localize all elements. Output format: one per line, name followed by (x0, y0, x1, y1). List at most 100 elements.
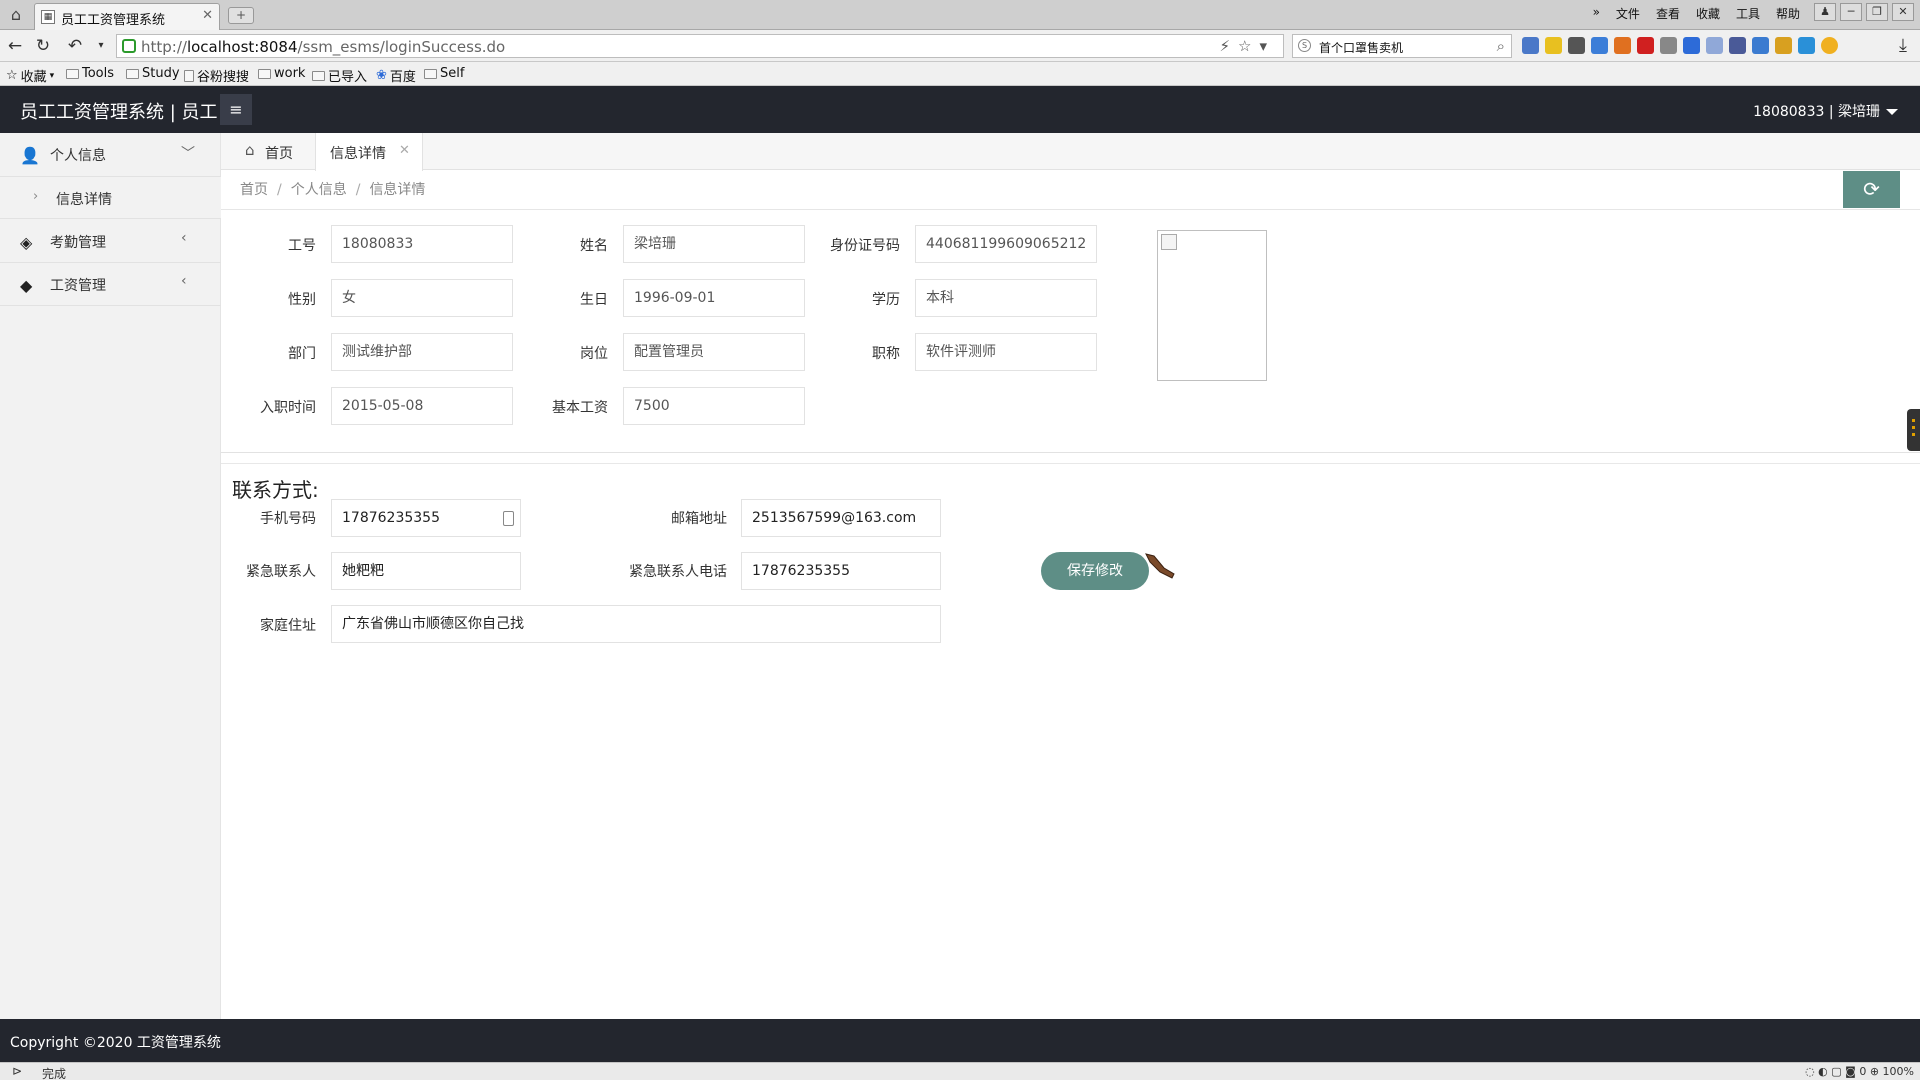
tab-info-detail[interactable]: 信息详情 ✕ (315, 133, 423, 171)
zoom-level[interactable]: 100% (1883, 1065, 1914, 1078)
chevron-down-icon: ﹀ (181, 146, 195, 162)
department-field[interactable]: 测试维护部 (331, 333, 513, 371)
breadcrumb-personal[interactable]: 个人信息 (291, 182, 347, 198)
extension-fe-icon[interactable] (1637, 37, 1654, 54)
base-salary-field[interactable]: 7500 (623, 387, 805, 425)
sidebar-item-attendance[interactable]: ◈ 考勤管理 ‹ (0, 220, 221, 263)
wrench-icon[interactable] (1752, 37, 1769, 54)
restore-button[interactable]: ❐ (1866, 3, 1888, 21)
save-button[interactable]: 保存修改 (1041, 552, 1149, 590)
contact-heading: 联系方式: (232, 478, 319, 502)
email-field[interactable]: 2513567599@163.com (741, 499, 941, 537)
extension-umbrella-icon[interactable] (1660, 37, 1677, 54)
job-title-field[interactable]: 软件评测师 (915, 333, 1097, 371)
name-field[interactable]: 梁培珊 (623, 225, 805, 263)
menu-help[interactable]: 帮助 (1776, 5, 1800, 22)
url-text[interactable]: http://localhost:8084/ssm_esms/loginSucc… (141, 38, 505, 56)
extension-search-icon[interactable] (1798, 37, 1815, 54)
hire-date-label: 入职时间 (260, 400, 316, 416)
extension-hand-icon[interactable] (1683, 37, 1700, 54)
status-icons[interactable]: ◌ ◐ ▢ ◙ (1805, 1065, 1859, 1078)
extension-js-icon[interactable] (1591, 37, 1608, 54)
zoom-icon[interactable]: ⊕ (1870, 1065, 1879, 1078)
phone-field[interactable]: 17876235355 (331, 499, 521, 537)
menu-file[interactable]: 文件 (1616, 5, 1640, 22)
extension-ie-icon[interactable] (1522, 37, 1539, 54)
emergency-phone-field[interactable]: 17876235355 (741, 552, 941, 590)
sidebar-subitem-info-detail[interactable]: › 信息详情 (0, 177, 221, 219)
bookmark-baidu[interactable]: ❀ 百度 (376, 66, 416, 85)
divider (221, 463, 1920, 464)
bookmark-self[interactable]: Self (424, 66, 464, 81)
shirt-icon[interactable]: ♟ (1814, 3, 1836, 21)
hire-date-field[interactable]: 2015-05-08 (331, 387, 513, 425)
sidebar-item-personal[interactable]: 👤 个人信息 ﹀ (0, 133, 221, 177)
close-icon[interactable]: ✕ (202, 8, 213, 23)
bookmark-tools[interactable]: Tools (66, 66, 114, 81)
phone-label: 手机号码 (260, 511, 316, 527)
reload-icon[interactable]: ↻ (32, 35, 54, 57)
bookmark-work[interactable]: work (258, 66, 305, 81)
search-box[interactable]: S 首个口罩售卖机 ⌕ (1292, 34, 1512, 58)
menu-toggle-icon[interactable]: ≡ (220, 94, 252, 125)
emergency-contact-field[interactable]: 她粑粑 (331, 552, 521, 590)
new-tab-button[interactable]: + (228, 7, 254, 24)
home-address-field[interactable]: 广东省佛山市顺德区你自己找 (331, 605, 941, 643)
bookmark-imported[interactable]: 已导入 (312, 66, 367, 85)
status-text: 完成 (42, 1067, 67, 1080)
breadcrumb-home[interactable]: 首页 (240, 182, 268, 198)
extension-mail-icon[interactable] (1545, 37, 1562, 54)
search-icon[interactable]: ⌕ (1497, 37, 1505, 55)
bolt-star-icons[interactable]: ⚡☆▾ (1219, 37, 1275, 55)
birthday-field[interactable]: 1996-09-01 (623, 279, 805, 317)
favicon-icon: ▦ (41, 10, 55, 24)
extension-arrow-icon[interactable] (1706, 37, 1723, 54)
education-field[interactable]: 本科 (915, 279, 1097, 317)
page-icon (184, 69, 194, 82)
extension-fox-icon[interactable] (1614, 37, 1631, 54)
search-text[interactable]: 首个口罩售卖机 (1319, 39, 1403, 56)
tag-icon: ◆ (20, 276, 33, 295)
menu-view[interactable]: 查看 (1656, 5, 1680, 22)
tab-home[interactable]: ⌂ 首页 (221, 133, 315, 170)
back-icon[interactable]: ← (4, 35, 26, 57)
bookmark-gufen[interactable]: 谷粉搜搜 (184, 66, 249, 85)
browser-tab[interactable]: ▦ 员工工资管理系统 ✕ (34, 3, 220, 30)
browser-tab-title: 员工工资管理系统 (61, 13, 166, 28)
search-engine-icon[interactable]: S (1298, 39, 1311, 52)
department-label: 部门 (288, 346, 316, 362)
close-icon[interactable]: ✕ (399, 143, 410, 158)
smiley-icon[interactable] (1821, 37, 1838, 54)
download-icon[interactable]: ⤓ (1892, 35, 1914, 57)
window-close-button[interactable]: ✕ (1892, 3, 1914, 21)
chevron-down-icon[interactable]: ▾ (90, 35, 112, 57)
page-tab-strip: ⌂ 首页 信息详情 ✕ (221, 133, 1920, 171)
undo-icon[interactable]: ↶ (64, 35, 86, 57)
browser-status-bar: ⊳ 完成 ◌ ◐ ▢ ◙ 0 ⊕ 100% (0, 1062, 1920, 1080)
layers-icon: ◈ (20, 233, 33, 252)
job-title-label: 职称 (872, 346, 900, 362)
minimize-button[interactable]: ─ (1840, 3, 1862, 21)
bookmark-favorites[interactable]: ☆ 收藏 ▾ (6, 66, 54, 85)
user-menu[interactable]: 18080833 | 梁培珊 (1753, 101, 1898, 121)
key-icon[interactable] (1775, 37, 1792, 54)
menu-tools[interactable]: 工具 (1736, 5, 1760, 22)
home-icon[interactable]: ⌂ (6, 5, 26, 25)
extension-17-icon[interactable] (1568, 37, 1585, 54)
refresh-button[interactable]: ⟳ (1843, 171, 1900, 208)
emergency-contact-label: 紧急联系人 (246, 564, 316, 580)
bookmark-study[interactable]: Study (126, 66, 180, 81)
menu-more-icon[interactable]: » (1593, 5, 1600, 22)
sidebar-toggle-icon[interactable]: ⊳ (12, 1064, 22, 1078)
home-icon: ⌂ (245, 141, 255, 159)
side-panel-handle[interactable] (1907, 409, 1920, 451)
emp-no-field[interactable]: 18080833 (331, 225, 513, 263)
position-field[interactable]: 配置管理员 (623, 333, 805, 371)
scissors-icon[interactable] (1729, 37, 1746, 54)
menu-favorites[interactable]: 收藏 (1696, 5, 1720, 22)
gender-field[interactable]: 女 (331, 279, 513, 317)
birthday-label: 生日 (580, 292, 608, 308)
id-number-field[interactable]: 440681199609065212 (915, 225, 1097, 263)
sidebar-item-salary[interactable]: ◆ 工资管理 ‹ (0, 263, 221, 306)
address-bar[interactable]: http://localhost:8084/ssm_esms/loginSucc… (116, 34, 1284, 58)
